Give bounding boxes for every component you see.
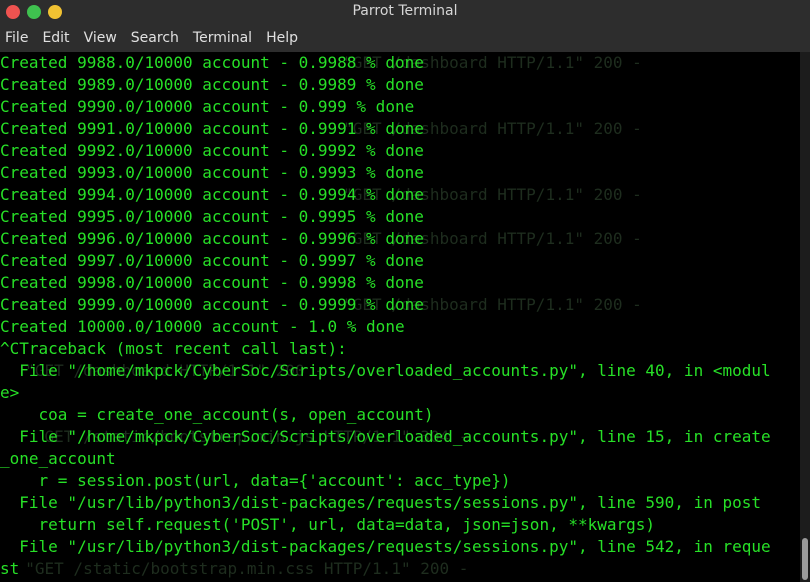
output-line: File "/home/mkpck/CyberSoc/Scripts/overl… — [0, 361, 771, 380]
output-line: Created 9991.0/10000 account - 0.9991 % … — [0, 119, 424, 138]
scrollbar-thumb[interactable] — [802, 538, 808, 580]
scrollbar[interactable] — [800, 52, 810, 582]
output-line: r = session.post(url, data={'account': a… — [0, 471, 511, 490]
menu-view[interactable]: View — [79, 30, 125, 46]
menu-search[interactable]: Search — [126, 30, 187, 46]
output-line: Created 9999.0/10000 account - 0.9999 % … — [0, 295, 424, 314]
window-title: Parrot Terminal — [352, 3, 458, 19]
output-line: Created 9996.0/10000 account - 0.9996 % … — [0, 229, 424, 248]
terminal-text: Created 9988.0/10000 account - 0.9988 % … — [0, 52, 800, 580]
menu-file[interactable]: File — [0, 30, 36, 46]
output-line: Created 9995.0/10000 account - 0.9995 % … — [0, 207, 424, 226]
output-line: Created 9989.0/10000 account - 0.9989 % … — [0, 75, 424, 94]
output-line: File "/usr/lib/python3/dist-packages/req… — [0, 537, 771, 556]
menu-terminal[interactable]: Terminal — [188, 30, 260, 46]
output-line: Created 10000.0/10000 account - 1.0 % do… — [0, 317, 405, 336]
output-line: Created 9992.0/10000 account - 0.9992 % … — [0, 141, 424, 160]
output-line: coa = create_one_account(s, open_account… — [0, 405, 434, 424]
output-line: Created 9990.0/10000 account - 0.999 % d… — [0, 97, 415, 116]
title-bar: Parrot Terminal — [0, 0, 810, 24]
output-line: Created 9994.0/10000 account - 0.9994 % … — [0, 185, 424, 204]
output-line: Created 9998.0/10000 account - 0.9998 % … — [0, 273, 424, 292]
output-line: Created 9988.0/10000 account - 0.9988 % … — [0, 53, 424, 72]
output-line: File "/home/mkpck/CyberSoc/Scripts/overl… — [0, 427, 771, 446]
menu-bar: File Edit View Search Terminal Help — [0, 24, 810, 52]
menu-edit[interactable]: Edit — [37, 30, 77, 46]
menu-help[interactable]: Help — [261, 30, 306, 46]
output-line: ^CTraceback (most recent call last): — [0, 339, 347, 358]
output-line: File "/usr/lib/python3/dist-packages/req… — [0, 493, 761, 512]
output-line: return self.request('POST', url, data=da… — [0, 515, 656, 534]
terminal-output[interactable]: "GET /dashboard HTTP/1.1" 200 - "GET /da… — [0, 52, 800, 582]
output-line: _one_account — [0, 449, 116, 468]
output-line: Created 9993.0/10000 account - 0.9993 % … — [0, 163, 424, 182]
output-line: e> — [0, 383, 20, 402]
output-line: st — [0, 559, 20, 578]
output-line: Created 9997.0/10000 account - 0.9997 % … — [0, 251, 424, 270]
